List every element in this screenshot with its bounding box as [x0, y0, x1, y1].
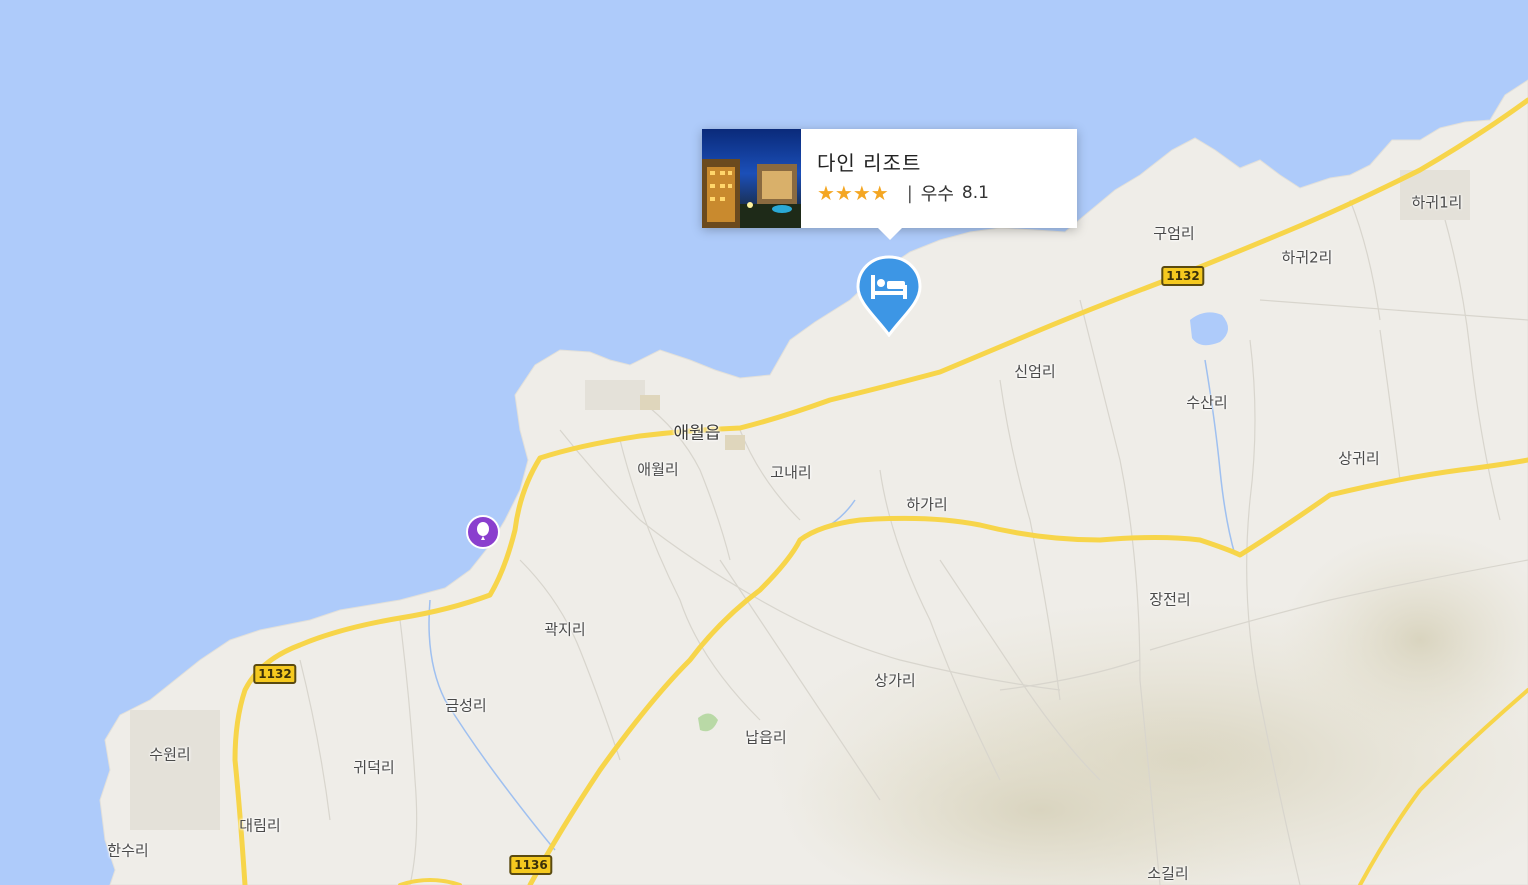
star-rating: ★★★★ [817, 181, 889, 205]
place-label-jangjeon-ri: 장전리 [1149, 590, 1191, 609]
hotel-marker[interactable] [856, 255, 922, 337]
hotel-name[interactable]: 다인 리조트 [817, 147, 989, 176]
place-label-aewol-ri: 애월리 [637, 460, 679, 479]
road-shield-1132: 1132 [253, 664, 297, 684]
place-label-gwideok-ri: 귀덕리 [353, 758, 395, 777]
place-label-geumseong-ri: 금성리 [445, 696, 487, 715]
place-label-napeup-ri: 납읍리 [745, 728, 787, 747]
place-label-daerim-ri: 대림리 [239, 816, 281, 835]
poi-marker[interactable] [465, 514, 501, 550]
rating-score: 8.1 [961, 183, 989, 203]
place-label-susan-ri: 수산리 [1186, 393, 1228, 412]
place-label-gueom-ri: 구엄리 [1153, 224, 1195, 243]
place-label-aewol-eup: 애월읍 [673, 423, 721, 444]
place-label-sogil-ri: 소길리 [1147, 864, 1189, 883]
hotel-photo[interactable] [702, 129, 801, 228]
rating-label: 우수 [920, 184, 954, 205]
hotel-info-popup[interactable]: 다인 리조트 ★★★★ | 우수 8.1 [702, 129, 1077, 240]
meta-separator: | [906, 182, 913, 204]
place-label-sineom-ri: 신엄리 [1014, 362, 1056, 381]
place-label-sanggwi-ri: 상귀리 [1338, 449, 1380, 468]
road-shield-1136: 1136 [509, 855, 553, 875]
place-label-haga-ri: 하가리 [906, 495, 948, 514]
place-label-hansu-ri: 한수리 [107, 841, 149, 860]
place-label-sangga-ri: 상가리 [874, 671, 916, 690]
place-label-gonae-ri: 고내리 [770, 463, 812, 482]
place-label-suwon-ri: 수원리 [149, 745, 191, 764]
place-label-hagwi2-ri: 하귀2리 [1281, 248, 1333, 267]
place-label-gwakji-ri: 곽지리 [544, 620, 586, 639]
popup-body: 다인 리조트 ★★★★ | 우수 8.1 [801, 129, 1003, 228]
road-shield-1132: 1132 [1161, 266, 1205, 286]
place-label-hagwi1-ri: 하귀1리 [1411, 193, 1463, 212]
hotel-meta: ★★★★ | 우수 8.1 [817, 180, 989, 206]
